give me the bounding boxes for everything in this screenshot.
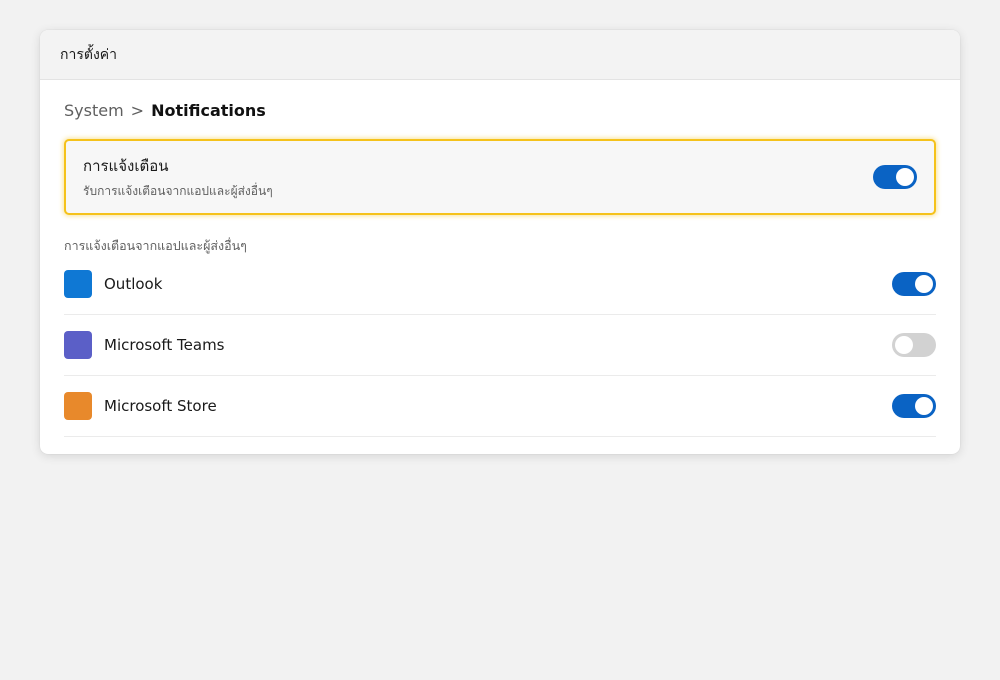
breadcrumb-system-link[interactable]: System <box>64 101 124 120</box>
app-name: Microsoft Store <box>104 397 217 415</box>
breadcrumb-separator: > <box>130 100 145 120</box>
breadcrumb: System > Notifications <box>64 98 936 122</box>
app-name: Outlook <box>104 275 163 293</box>
app-info: Microsoft Store <box>64 392 217 420</box>
settings-window: การตั้งค่า System > Notifications การแจ้… <box>40 30 960 454</box>
app-row-microsoft-teams[interactable]: Microsoft Teams <box>64 315 936 376</box>
master-subtitle: รับการแจ้งเตือนจากแอปและผู้ส่งอื่นๆ <box>83 183 273 198</box>
microsoft-store-toggle[interactable] <box>892 394 936 418</box>
app-row-microsoft-store[interactable]: Microsoft Store <box>64 376 936 437</box>
app-list: Outlook Microsoft Teams Microsoft Store <box>64 254 936 437</box>
notifications-page: System > Notifications การแจ้งเตือน รับก… <box>40 98 960 437</box>
app-info: Microsoft Teams <box>64 331 225 359</box>
store-app-icon <box>64 392 92 420</box>
toggle-knob <box>896 168 914 186</box>
app-name: Microsoft Teams <box>104 336 225 354</box>
master-text: การแจ้งเตือน รับการแจ้งเตือนจากแอปและผู้… <box>83 154 273 201</box>
microsoft-teams-toggle[interactable] <box>892 333 936 357</box>
notifications-master-setting[interactable]: การแจ้งเตือน รับการแจ้งเตือนจากแอปและผู้… <box>64 139 936 215</box>
outlook-toggle[interactable] <box>892 272 936 296</box>
toggle-knob <box>895 336 913 354</box>
master-notifications-toggle[interactable] <box>873 165 917 189</box>
window-title: การตั้งค่า <box>60 46 118 63</box>
toggle-knob <box>915 275 933 293</box>
title-bar: การตั้งค่า <box>40 30 960 80</box>
app-row-outlook[interactable]: Outlook <box>64 254 936 315</box>
app-info: Outlook <box>64 270 162 298</box>
outlook-app-icon <box>64 270 92 298</box>
page-title: Notifications <box>151 100 266 120</box>
toggle-knob <box>915 397 933 415</box>
apps-section-label: การแจ้งเตือนจากแอปและผู้ส่งอื่นๆ <box>64 238 247 253</box>
teams-app-icon <box>64 331 92 359</box>
master-title: การแจ้งเตือน <box>83 156 169 175</box>
